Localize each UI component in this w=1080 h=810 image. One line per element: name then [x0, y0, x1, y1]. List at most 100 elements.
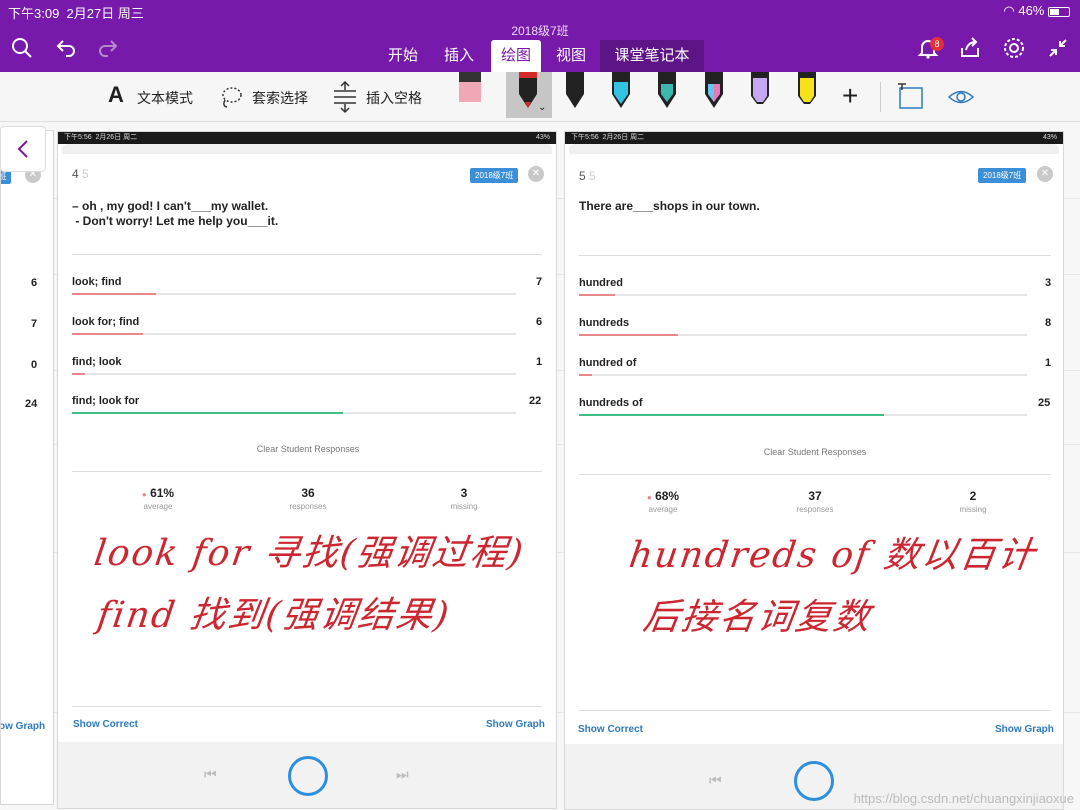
search-icon[interactable]	[10, 36, 34, 60]
divider	[579, 255, 1051, 256]
class-tag: 2018级7班	[978, 168, 1027, 183]
back-button[interactable]	[0, 126, 46, 172]
insert-space-button[interactable]: 插入空格	[366, 88, 422, 108]
tab-class-notebook[interactable]: 课堂笔记本	[600, 40, 704, 72]
record-button[interactable]	[288, 756, 328, 796]
yellow-highlighter-icon[interactable]	[793, 72, 821, 112]
option-label: find; look for	[72, 395, 140, 407]
card-edge	[569, 144, 1059, 154]
stat-missing: 2 missing	[959, 489, 987, 514]
black-pen-icon[interactable]	[561, 72, 589, 112]
text-mode-button[interactable]: 文本模式	[137, 88, 193, 108]
option-label: look for; find	[72, 316, 140, 328]
ink-annotation[interactable]: hundreds of 数以百计	[626, 526, 1040, 578]
option-bar-fill	[72, 412, 343, 414]
show-graph-link[interactable]: Show Graph	[995, 724, 1054, 735]
option-count: 7	[536, 276, 543, 288]
poll-screenshot-2: 下午5:56 2月26日 周二 43% 5 5 2018级7班 ✕ There a…	[564, 131, 1064, 810]
status-right: ◠ 46%	[1003, 3, 1070, 19]
stat-average: ● 61% average	[141, 486, 175, 511]
option-label: hundreds	[579, 317, 630, 329]
mini-status-bar: 下午5:56 2月26日 周二 43%	[565, 132, 1063, 144]
option-count: 6	[536, 316, 543, 328]
chevron-left-icon	[17, 140, 28, 158]
page-canvas[interactable]: 7班 ✕ 6 7 0 24 ow Graph 下午5:56 2月26日 周二43…	[0, 122, 1080, 810]
stat-responses: 37 responses	[796, 489, 834, 514]
option-bar	[72, 333, 516, 335]
ribbon-divider	[880, 82, 881, 112]
ink-annotation[interactable]: look for 寻找(强调过程)	[91, 524, 528, 576]
previous-icon[interactable]: ⏮	[204, 766, 217, 783]
notification-badge: 8	[930, 37, 944, 51]
status-date: 2月27日 周三	[66, 6, 144, 21]
ink-replay-icon[interactable]	[946, 82, 976, 112]
option-label: find; look	[72, 356, 122, 368]
lasso-icon	[222, 87, 242, 108]
partial-screenshot: 7班 ✕ 6 7 0 24 ow Graph	[0, 130, 54, 805]
show-correct-link[interactable]: Show Correct	[578, 724, 643, 735]
ink-to-shape-icon[interactable]	[896, 82, 926, 112]
tab-view[interactable]: 视图	[546, 40, 596, 72]
divider	[579, 710, 1051, 711]
next-icon[interactable]: ⏭	[396, 766, 409, 783]
option-count: 22	[529, 395, 542, 407]
option-bar	[579, 294, 1027, 296]
option-count: 8	[1045, 317, 1052, 329]
show-graph-link[interactable]: ow Graph	[1, 721, 45, 732]
chevron-down-icon[interactable]: ⌄	[538, 102, 546, 113]
option-label: hundred of	[579, 357, 637, 369]
option-bar-fill	[579, 334, 678, 336]
question-text: There are___shops in our town.	[579, 199, 760, 213]
close-icon[interactable]: ✕	[1037, 166, 1053, 182]
divider	[72, 254, 542, 255]
option-count: 1	[1045, 357, 1052, 369]
text-mode-icon: A	[108, 82, 124, 107]
ink-annotation[interactable]: find 找到(强调结果)	[94, 586, 454, 638]
battery-percent: 46%	[1018, 3, 1045, 18]
option-bar	[579, 374, 1027, 376]
option-count: 24	[25, 398, 38, 410]
clear-responses-link[interactable]: Clear Student Responses	[208, 444, 408, 454]
collapse-icon[interactable]	[1046, 36, 1070, 60]
teal-pen-icon[interactable]	[653, 72, 681, 112]
gear-icon[interactable]	[1002, 36, 1026, 60]
show-correct-link[interactable]: Show Correct	[73, 719, 138, 730]
divider	[72, 706, 542, 707]
close-icon[interactable]: ✕	[528, 166, 544, 182]
insert-space-icon	[334, 80, 356, 114]
undo-icon[interactable]	[54, 36, 78, 60]
stat-average: ● 68% average	[646, 489, 680, 514]
purple-highlighter-icon[interactable]	[746, 72, 774, 112]
card-edge	[62, 144, 552, 154]
show-graph-link[interactable]: Show Graph	[486, 719, 545, 730]
cyan-pen-icon[interactable]	[607, 72, 635, 112]
ink-annotation[interactable]: 后接名词复数	[640, 588, 875, 640]
divider	[72, 471, 542, 472]
option-bar	[579, 414, 1027, 416]
watermark: https://blog.csdn.net/chuangxinjiaoxue	[853, 791, 1074, 806]
tab-insert[interactable]: 插入	[434, 40, 484, 72]
status-time: 下午3:09 2月27日 周三	[8, 6, 144, 21]
option-count: 0	[31, 359, 38, 371]
record-button[interactable]	[794, 761, 834, 801]
status-bar: 下午3:09 2月27日 周三 ◠ 46%	[0, 0, 1080, 22]
option-bar	[72, 293, 516, 295]
add-pen-icon[interactable]: +	[842, 80, 858, 112]
poll-nav-bar: ⏮ ⏭	[58, 742, 556, 808]
option-count: 25	[1038, 397, 1051, 409]
tab-draw[interactable]: 绘图	[491, 40, 542, 72]
option-bar-fill	[579, 414, 884, 416]
option-bar	[72, 373, 516, 375]
poll-screenshot-1: 下午5:56 2月26日 周二 43% 4 5 2018级7班 ✕ – oh , …	[57, 131, 557, 809]
tab-home[interactable]: 开始	[378, 40, 428, 72]
rainbow-pen-icon[interactable]	[700, 72, 728, 112]
stat-responses: 36 responses	[289, 486, 327, 511]
lasso-select-button[interactable]: 套索选择	[252, 88, 308, 108]
option-bar	[579, 334, 1027, 336]
clear-responses-link[interactable]: Clear Student Responses	[715, 447, 915, 457]
redo-icon[interactable]	[96, 36, 120, 60]
option-label: look; find	[72, 276, 122, 288]
previous-icon[interactable]: ⏮	[709, 772, 722, 789]
eraser-icon[interactable]	[456, 72, 484, 112]
share-icon[interactable]	[958, 36, 982, 60]
